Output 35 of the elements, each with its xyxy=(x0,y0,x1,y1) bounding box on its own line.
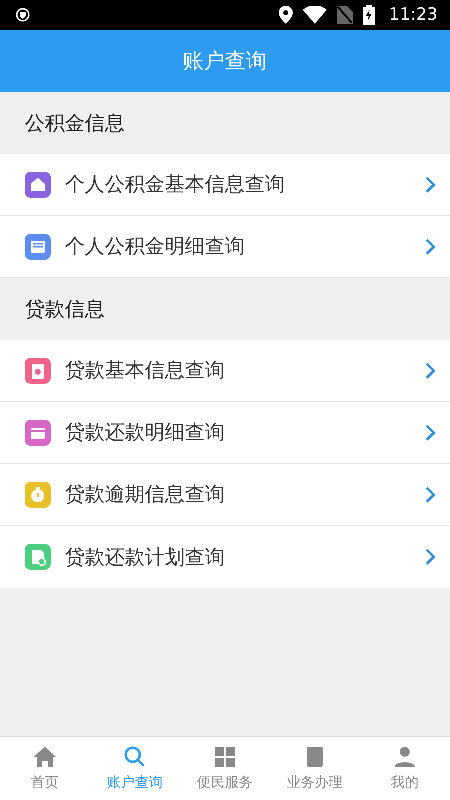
menu-row[interactable]: 个人公积金明细查询 xyxy=(0,216,450,278)
shield-icon xyxy=(16,8,30,22)
tab[interactable]: 业务办理 xyxy=(270,737,360,800)
section-title: 公积金信息 xyxy=(24,110,126,136)
menu-label: 贷款还款计划查询 xyxy=(65,544,226,570)
location-icon xyxy=(279,6,293,24)
section-title: 贷款信息 xyxy=(24,296,106,322)
menu-label: 个人公积金基本信息查询 xyxy=(65,171,286,198)
menu-label: 贷款基本信息查询 xyxy=(65,357,226,384)
battery-icon xyxy=(363,5,375,25)
tab[interactable]: 我的 xyxy=(360,737,450,800)
menu-label: 贷款还款明细查询 xyxy=(65,419,226,446)
tab[interactable]: 首页 xyxy=(0,737,90,800)
menu-row[interactable]: 贷款还款明细查询 xyxy=(0,402,450,464)
chevron-right-icon xyxy=(425,548,436,566)
menu-row[interactable]: 贷款逾期信息查询 xyxy=(0,464,450,526)
search-icon xyxy=(123,746,147,768)
chevron-right-icon xyxy=(425,424,436,442)
chevron-right-icon xyxy=(425,176,436,194)
person-icon xyxy=(393,746,417,768)
no-sim-icon xyxy=(337,6,353,24)
menu-row[interactable]: 贷款还款计划查询 xyxy=(0,526,450,588)
tab[interactable]: 便民服务 xyxy=(180,737,270,800)
chevron-right-icon xyxy=(425,486,436,504)
menu-row[interactable]: 贷款基本信息查询 xyxy=(0,340,450,402)
menu-label: 个人公积金明细查询 xyxy=(65,233,246,260)
menu-label: 贷款逾期信息查询 xyxy=(65,481,226,508)
chevron-right-icon xyxy=(425,362,436,380)
chevron-right-icon xyxy=(425,238,436,256)
menu-row[interactable]: 个人公积金基本信息查询 xyxy=(0,154,450,216)
page-title: 账户查询 xyxy=(183,48,267,75)
grid-icon xyxy=(213,746,237,768)
home-icon xyxy=(33,746,57,768)
clock-time: 11:23 xyxy=(389,5,438,25)
wifi-icon xyxy=(303,6,327,24)
